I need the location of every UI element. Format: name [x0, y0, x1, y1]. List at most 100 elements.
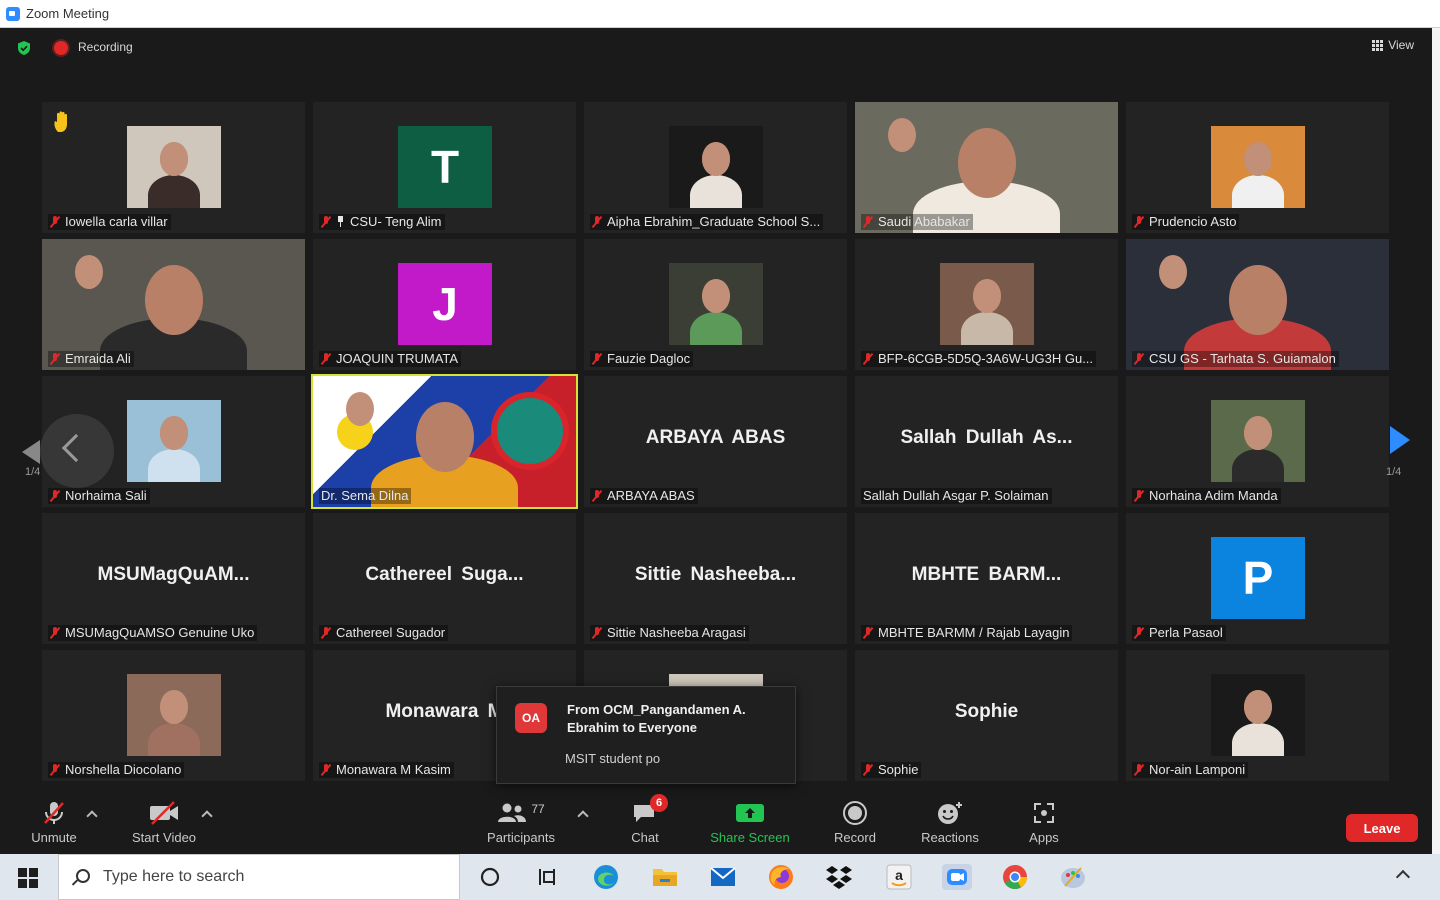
participant-name-label: Fauzie Dagloc [590, 351, 694, 367]
participant-tile[interactable]: Prudencio Asto [1126, 102, 1389, 233]
chevron-left-icon [22, 440, 40, 464]
video-off-icon [148, 798, 180, 828]
meeting-topbar: Recording View [0, 28, 1432, 68]
file-explorer-icon[interactable] [648, 862, 682, 892]
participant-tile[interactable]: Fauzie Dagloc [584, 239, 847, 370]
chat-badge: 6 [650, 794, 668, 812]
participant-tile[interactable]: Aipha Ebrahim_Graduate School S... [584, 102, 847, 233]
participant-name-label: Norhaina Adim Manda [1132, 488, 1281, 504]
dropbox-icon[interactable] [822, 862, 856, 892]
chevron-up-icon[interactable] [577, 810, 589, 822]
share-screen-button[interactable]: Share Screen [706, 798, 794, 854]
chevron-up-icon[interactable] [86, 810, 98, 822]
participant-name-label: CSU GS - Tarhata S. Guiamalon [1132, 351, 1339, 367]
participant-tile[interactable]: Nor-ain Lamponi [1126, 650, 1389, 781]
participants-button[interactable]: 77 Participants [480, 798, 562, 854]
participant-name-label: Sittie Nasheeba Aragasi [590, 625, 749, 641]
reactions-button[interactable]: Reactions [916, 798, 984, 854]
zoom-taskbar-icon[interactable] [940, 862, 974, 892]
participant-tile[interactable]: Cathereel Suga... Cathereel Sugador [313, 513, 576, 644]
leave-button[interactable]: Leave [1346, 814, 1418, 842]
edge-browser-icon[interactable] [589, 862, 623, 892]
participant-tile[interactable]: Sallah Dullah As... Sallah Dullah Asgar P… [855, 376, 1118, 507]
chat-button[interactable]: 6 Chat [620, 794, 670, 854]
mail-icon[interactable] [706, 862, 740, 892]
amazon-icon[interactable]: a [882, 862, 916, 892]
participant-name: Monawara M Kasim [336, 762, 451, 777]
chat-message: MSIT student po [565, 751, 661, 766]
participants-label: Participants [487, 830, 555, 845]
windows-taskbar: a [0, 854, 1440, 900]
share-screen-label: Share Screen [710, 830, 790, 845]
page-indicator-right: 1/4 [1386, 466, 1402, 478]
participant-name-label: MSUMagQuAMSO Genuine Uko [48, 625, 258, 641]
microphone-muted-icon [321, 352, 331, 365]
participant-tile[interactable]: Sophie Sophie [855, 650, 1118, 781]
participant-name-label: Sophie [861, 762, 922, 778]
participant-name: BFP-6CGB-5D5Q-3A6W-UG3H Gu... [878, 351, 1094, 366]
participant-tile[interactable]: Norhaina Adim Manda [1126, 376, 1389, 507]
zoom-app-icon [6, 6, 20, 21]
participant-tile[interactable]: MBHTE BARM... MBHTE BARMM / Rajab Layagin [855, 513, 1118, 644]
taskbar-search[interactable] [58, 854, 460, 900]
participant-tile[interactable]: Norshella Diocolano [42, 650, 305, 781]
participant-name-label: JOAQUIN TRUMATA [319, 351, 462, 367]
participant-tile[interactable]: BFP-6CGB-5D5Q-3A6W-UG3H Gu... [855, 239, 1118, 370]
windows-start-icon[interactable] [18, 868, 38, 888]
participant-name-label: Perla Pasaol [1132, 625, 1226, 641]
next-page-button[interactable] [1390, 426, 1410, 454]
microphone-muted-icon [50, 763, 60, 776]
participant-name-label: CSU- Teng Alim [319, 214, 445, 230]
chat-notification[interactable]: OA From OCM_Pangandamen A. Ebrahim to Ev… [496, 686, 796, 784]
unmute-button[interactable]: Unmute [26, 798, 82, 854]
start-video-button[interactable]: Start Video [124, 798, 204, 854]
microphone-muted-icon [1134, 352, 1144, 365]
participant-tile[interactable]: Iowella carla villar [42, 102, 305, 233]
microphone-muted-icon [863, 215, 873, 228]
participant-name-label: Sallah Dullah Asgar P. Solaiman [861, 488, 1052, 504]
microphone-muted-icon [41, 798, 67, 828]
participant-photo [669, 126, 763, 208]
participant-tile[interactable]: ARBAYA ABAS ARBAYA ABAS [584, 376, 847, 507]
microphone-muted-icon [50, 489, 60, 502]
participant-tile[interactable]: MSUMagQuAM... MSUMagQuAMSO Genuine Uko [42, 513, 305, 644]
participant-tile[interactable]: P Perla Pasaol [1126, 513, 1389, 644]
participant-tile[interactable]: T CSU- Teng Alim [313, 102, 576, 233]
widgets-icon[interactable] [530, 862, 564, 892]
svg-text:a: a [895, 867, 903, 883]
taskbar-search-input[interactable] [103, 868, 433, 886]
recording-icon[interactable] [54, 41, 68, 55]
record-button[interactable]: Record [828, 798, 882, 854]
firefox-icon[interactable] [764, 862, 798, 892]
chevron-up-icon[interactable] [1395, 869, 1411, 885]
participant-name: MSUMagQuAMSO Genuine Uko [65, 625, 255, 640]
participant-name-label: Iowella carla villar [48, 214, 171, 230]
view-button[interactable]: View [1372, 38, 1414, 52]
participant-name: Norshella Diocolano [65, 762, 182, 777]
unmute-label: Unmute [31, 830, 77, 845]
participant-tile[interactable]: Dr. Sema Dilna [311, 374, 578, 509]
participant-name-label: BFP-6CGB-5D5Q-3A6W-UG3H Gu... [861, 351, 1097, 367]
participant-tile[interactable]: Saudi Ababakar [855, 102, 1118, 233]
shield-icon[interactable] [16, 40, 32, 56]
recording-label[interactable]: Recording [78, 40, 133, 54]
sender-avatar: OA [515, 703, 547, 733]
microphone-muted-icon [50, 215, 60, 228]
participant-name: Prudencio Asto [1149, 214, 1237, 229]
task-view-icon[interactable] [473, 862, 507, 892]
participant-name-label: Monawara M Kasim [319, 762, 454, 778]
participant-name: CSU- Teng Alim [350, 214, 442, 229]
apps-button[interactable]: Apps [1022, 798, 1066, 854]
participant-photo [127, 126, 221, 208]
participant-photo [1211, 126, 1305, 208]
participant-tile[interactable]: Sittie Nasheeba... Sittie Nasheeba Aragas… [584, 513, 847, 644]
participant-tile[interactable]: Emraida Ali [42, 239, 305, 370]
chat-icon: 6 [632, 794, 668, 828]
window-titlebar: Zoom Meeting [0, 0, 1440, 28]
participant-tile[interactable]: CSU GS - Tarhata S. Guiamalon [1126, 239, 1389, 370]
chrome-icon[interactable] [998, 862, 1032, 892]
participant-name: Nor-ain Lamponi [1149, 762, 1246, 777]
participant-name: Dr. Sema Dilna [321, 488, 409, 503]
participant-tile[interactable]: J JOAQUIN TRUMATA [313, 239, 576, 370]
paint-icon[interactable] [1056, 862, 1090, 892]
